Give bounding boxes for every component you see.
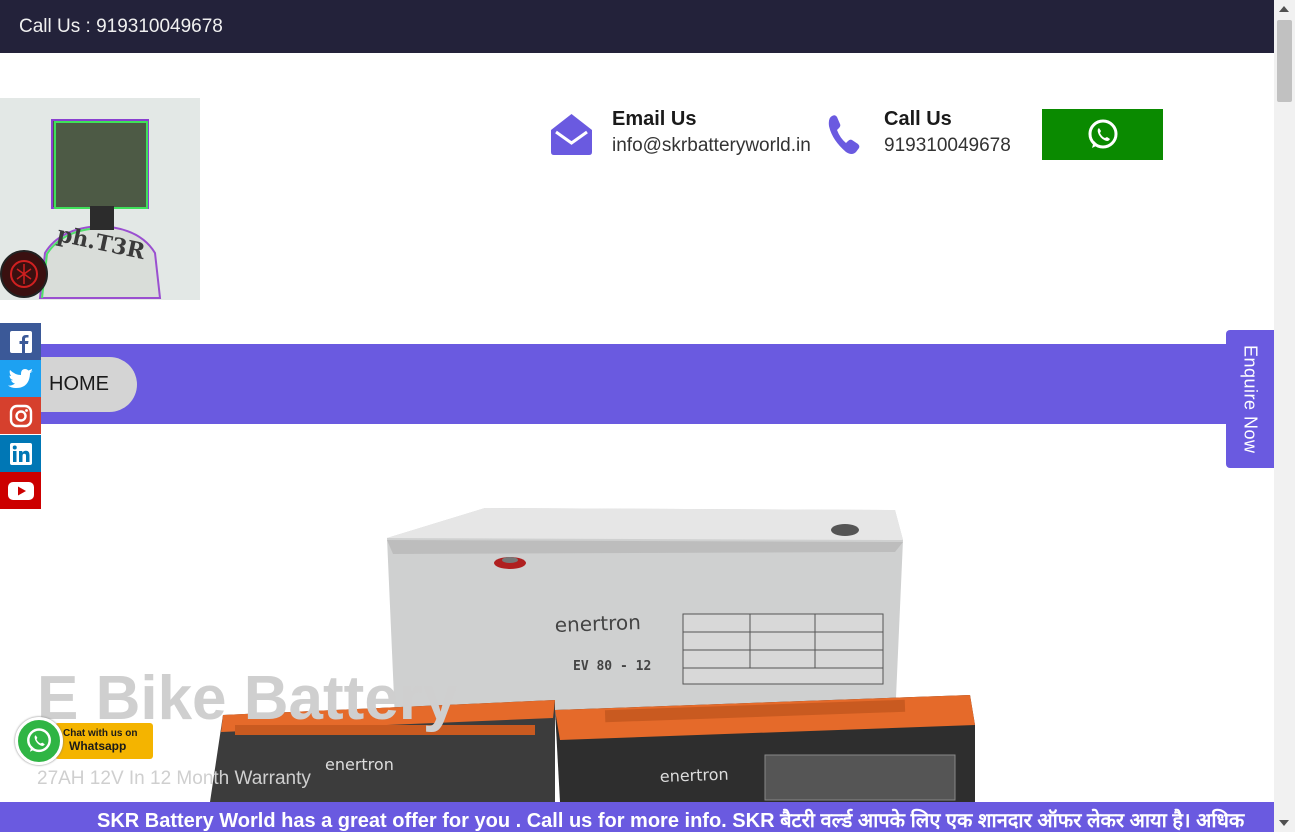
- hero-subtitle: 27AH 12V In 12 Month Warranty: [37, 768, 311, 789]
- enquire-label: Enquire Now: [1240, 344, 1261, 454]
- youtube-icon[interactable]: [0, 472, 41, 509]
- chat-badge-line2: Whatsapp: [69, 739, 127, 753]
- email-title: Email Us: [612, 108, 697, 130]
- call-value[interactable]: 919310049678: [884, 135, 1011, 157]
- facebook-icon[interactable]: [0, 323, 41, 360]
- battery-product-image: enertron EV 80 - 12 enertron enertron: [205, 500, 980, 802]
- scroll-thumb[interactable]: [1277, 20, 1292, 102]
- phone-icon: [826, 112, 862, 156]
- svg-text:enertron: enertron: [325, 755, 394, 774]
- chat-whatsapp-icon: [15, 717, 63, 765]
- enquire-now-tab[interactable]: Enquire Now: [1226, 330, 1274, 468]
- linkedin-icon[interactable]: [0, 435, 41, 472]
- call-contact[interactable]: Call Us 919310049678: [884, 108, 1011, 157]
- whatsapp-button[interactable]: [1042, 109, 1163, 160]
- whatsapp-icon: [1088, 119, 1117, 148]
- top-call-text[interactable]: Call Us : 919310049678: [19, 16, 223, 38]
- svg-text:enertron: enertron: [659, 765, 728, 786]
- twitter-icon[interactable]: [0, 360, 41, 397]
- email-icon: [548, 110, 595, 157]
- instagram-icon[interactable]: [0, 397, 41, 434]
- email-value[interactable]: info@skrbatteryworld.in: [612, 135, 811, 157]
- scroll-down-arrow[interactable]: [1279, 820, 1289, 826]
- main-navbar: HOME: [0, 344, 1274, 424]
- top-bar: Call Us : 919310049678: [0, 0, 1274, 53]
- chat-whatsapp-badge[interactable]: Chat with us on Whatsapp: [15, 717, 153, 769]
- email-contact[interactable]: Email Us info@skrbatteryworld.in: [612, 108, 811, 157]
- profile-badge-icon[interactable]: [0, 250, 48, 298]
- offer-marquee: SKR Battery World has a great offer for …: [0, 802, 1274, 832]
- scrollbar[interactable]: [1274, 0, 1295, 832]
- battery-brand-text: enertron: [554, 610, 641, 637]
- scroll-up-arrow[interactable]: [1279, 6, 1289, 12]
- battery-model-text: EV 80 - 12: [573, 659, 651, 674]
- chat-badge-label-bg: Chat with us on Whatsapp: [55, 723, 153, 759]
- call-title: Call Us: [884, 108, 952, 130]
- marquee-text: SKR Battery World has a great offer for …: [97, 810, 1245, 832]
